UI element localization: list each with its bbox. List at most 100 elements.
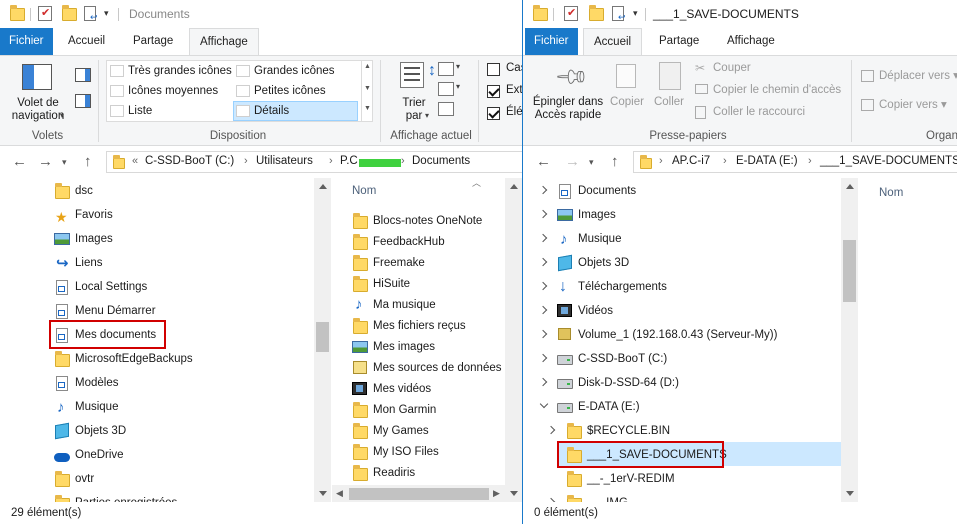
pin-quick-access-button[interactable]: Épingler dans Accès rapide <box>531 96 605 122</box>
checkbox-hidden-items[interactable] <box>487 107 500 120</box>
copy-button[interactable]: Copier <box>609 96 645 109</box>
breadcrumb-drive[interactable]: C-SSD-BooT (C:) <box>145 155 234 167</box>
file-list-scrollbar[interactable] <box>505 178 522 503</box>
chevron-right-icon[interactable] <box>538 377 548 387</box>
tab-share[interactable]: Partage <box>123 28 183 55</box>
tab-file[interactable]: Fichier <box>525 28 578 55</box>
checkbox-item-checkboxes[interactable] <box>487 63 500 76</box>
scroll-up-icon[interactable] <box>846 184 854 189</box>
paste-shortcut-button[interactable]: Coller le raccourci <box>693 103 805 121</box>
pin-icon[interactable]: 📌︎ <box>553 58 591 96</box>
chevron-right-icon[interactable] <box>538 185 548 195</box>
breadcrumb-separator[interactable]: › <box>244 155 248 167</box>
chevron-down-icon[interactable]: ▾ <box>60 111 64 120</box>
tab-home[interactable]: Accueil <box>58 28 115 55</box>
back-arrow-icon[interactable]: ← <box>12 153 27 170</box>
breadcrumb-documents[interactable]: Documents <box>412 155 470 167</box>
layout-details[interactable]: Détails <box>233 101 358 121</box>
scroll-down-icon[interactable] <box>510 491 518 496</box>
move-to-button[interactable]: Déplacer vers ▾ <box>859 67 957 85</box>
scroll-thumb[interactable] <box>843 240 856 302</box>
undo-icon[interactable]: ↩ <box>612 6 626 22</box>
breadcrumb-users[interactable]: Utilisateurs <box>256 155 313 167</box>
forward-arrow-icon[interactable]: → <box>38 153 53 170</box>
layout-medium-icons[interactable]: Icônes moyennes <box>108 82 218 100</box>
tree-scrollbar[interactable] <box>314 178 331 503</box>
scroll-up-icon[interactable] <box>319 184 327 189</box>
tab-view[interactable]: Affichage <box>189 28 259 56</box>
checkbox-file-extensions[interactable] <box>487 85 500 98</box>
layout-extra-large-icons[interactable]: Très grandes icônes <box>108 62 232 80</box>
chevron-right-icon[interactable] <box>538 233 548 243</box>
tab-home[interactable]: Accueil <box>583 28 643 56</box>
breadcrumb-computer[interactable]: AP.C-i7 <box>672 155 710 167</box>
chevron-down-icon[interactable]: ▾ <box>633 8 638 19</box>
tab-file[interactable]: Fichier <box>0 28 53 55</box>
tab-view[interactable]: Affichage <box>717 28 785 55</box>
size-columns-icon[interactable] <box>438 102 454 116</box>
breadcrumb-separator[interactable]: › <box>659 155 663 167</box>
up-arrow-icon[interactable]: ↑ <box>84 153 92 170</box>
group-by-icon[interactable] <box>438 62 454 76</box>
recent-locations-chevron-icon[interactable]: ▾ <box>62 157 67 168</box>
copy-path-button[interactable]: Copier le chemin d'accès <box>693 81 841 99</box>
breadcrumb-overflow[interactable]: « <box>132 155 138 167</box>
preview-pane-icon[interactable] <box>75 68 91 82</box>
paste-button[interactable]: Coller <box>651 96 687 109</box>
chevron-right-icon[interactable] <box>538 209 548 219</box>
recent-locations-chevron-icon[interactable]: ▾ <box>589 157 594 168</box>
chevron-down-icon[interactable]: ▾ <box>104 8 109 19</box>
add-columns-icon[interactable] <box>438 82 454 96</box>
undo-icon[interactable]: ↩ <box>84 6 98 22</box>
breadcrumb-separator[interactable]: › <box>723 155 727 167</box>
sort-by-icon[interactable] <box>400 62 424 88</box>
layout-gallery-scroll[interactable]: ▲ ▼ ▼ <box>362 60 373 122</box>
back-arrow-icon[interactable]: ← <box>536 153 551 170</box>
forward-arrow-icon[interactable]: → <box>565 153 580 170</box>
properties-icon[interactable]: ✔ <box>38 6 52 21</box>
chevron-right-icon[interactable] <box>538 305 548 315</box>
chevron-down-icon[interactable]: ▾ <box>425 111 429 120</box>
tab-share[interactable]: Partage <box>649 28 709 55</box>
chevron-down-icon[interactable]: ▾ <box>456 62 460 71</box>
breadcrumb-drive[interactable]: E-DATA (E:) <box>736 155 798 167</box>
scroll-up-icon[interactable] <box>510 184 518 189</box>
scroll-right-icon[interactable]: ▶ <box>493 488 500 499</box>
layout-small-icons[interactable]: Petites icônes <box>234 82 326 100</box>
copy-icon[interactable] <box>616 64 636 88</box>
chevron-right-icon[interactable] <box>538 353 548 363</box>
cut-button[interactable]: ✂ Couper <box>693 59 751 77</box>
chevron-down-icon[interactable]: ▾ <box>456 82 460 91</box>
navigation-pane-button[interactable]: Volet de navigation <box>8 97 68 123</box>
scroll-down-icon[interactable] <box>846 491 854 496</box>
breadcrumb-separator[interactable]: › <box>329 155 333 167</box>
tree-scrollbar[interactable] <box>841 178 858 503</box>
address-bar[interactable]: › AP.C-i7 › E-DATA (E:) › ___1_SAVE-DOCU… <box>633 151 957 173</box>
column-header-name[interactable]: Nom <box>879 187 903 199</box>
copy-to-button[interactable]: Copier vers ▾ <box>859 96 947 114</box>
details-pane-icon[interactable] <box>75 94 91 108</box>
paste-icon[interactable] <box>659 62 681 90</box>
scroll-thumb[interactable] <box>349 488 489 500</box>
breadcrumb-save-documents[interactable]: ___1_SAVE-DOCUMENTS <box>820 155 957 167</box>
chevron-right-icon[interactable] <box>538 257 548 267</box>
chevron-right-icon[interactable] <box>538 329 548 339</box>
scroll-thumb[interactable] <box>316 322 329 352</box>
navigation-pane-icon[interactable] <box>22 64 52 90</box>
chevron-right-icon[interactable] <box>538 281 548 291</box>
layout-list[interactable]: Liste <box>108 102 152 120</box>
horizontal-scrollbar[interactable]: ◀ ▶ <box>332 485 505 503</box>
scroll-left-icon[interactable]: ◀ <box>336 488 343 499</box>
breadcrumb-user[interactable]: P.C <box>340 155 358 167</box>
breadcrumb-separator[interactable]: › <box>401 155 405 167</box>
scroll-down-icon[interactable] <box>319 491 327 496</box>
chevron-down-icon[interactable] <box>539 399 549 409</box>
column-header-name[interactable]: Nom <box>352 185 376 197</box>
breadcrumb-separator[interactable]: › <box>808 155 812 167</box>
layout-large-icons[interactable]: Grandes icônes <box>234 62 335 80</box>
up-arrow-icon[interactable]: ↑ <box>611 153 619 170</box>
details-icon <box>236 105 250 117</box>
chevron-right-icon[interactable] <box>546 425 556 435</box>
address-bar[interactable]: « C-SSD-BooT (C:) › Utilisateurs › P.C ›… <box>106 151 522 173</box>
properties-icon[interactable]: ✔ <box>564 6 578 21</box>
